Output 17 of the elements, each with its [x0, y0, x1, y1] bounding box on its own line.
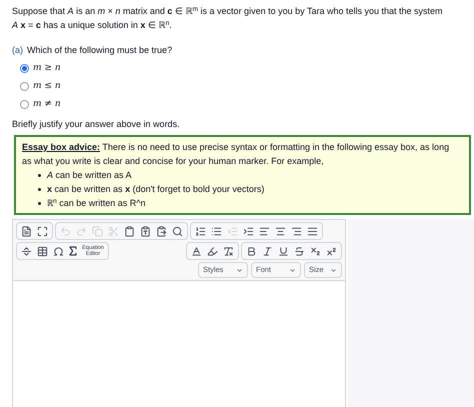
advice-item: ℝ$^{n}$ can be written as R^n: [47, 196, 146, 210]
part-prompt: Which of the following must be true?: [27, 44, 172, 57]
radio-button[interactable]: [20, 100, 29, 109]
justify-prompt: Briefly justify your answer above in words.: [12, 118, 181, 131]
part-label: (a): [12, 44, 23, 57]
advice-item: A can be written as A: [47, 169, 132, 182]
option-text: m ≤ n: [33, 80, 61, 93]
option-text: m ≠ n: [33, 98, 61, 111]
radio-button[interactable]: [20, 64, 29, 73]
caret-icon: [289, 266, 296, 274]
sigma-icon: [67, 245, 79, 257]
question-text: Suppose that A is an m × n matrix and c ∈ ℝ$^{m}$ is a vector given to you by Tara who tells you that the system A x = c has a unique solution in x ∈ ℝ$^{n}$.: [12, 4, 444, 32]
caret-icon: [236, 266, 243, 274]
caret-icon: [330, 266, 337, 274]
advice-item: x can be written as x (don't forget to bold your vectors): [47, 183, 264, 196]
option-text: m ≥ n: [33, 62, 61, 75]
radio-button[interactable]: [20, 82, 29, 91]
